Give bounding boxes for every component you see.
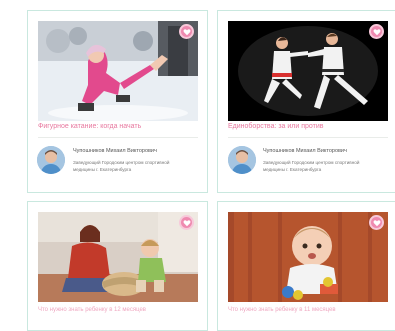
article-card-12-months[interactable]: Что нужно знать ребенку в 12 месяцев — [27, 201, 208, 331]
author-avatar — [228, 146, 256, 174]
heart-icon — [373, 219, 380, 226]
author-avatar — [37, 146, 65, 174]
author-description: Заведующий Городским центром спортивной … — [73, 160, 170, 172]
favorite-button[interactable] — [369, 24, 384, 39]
article-photo[interactable] — [228, 212, 388, 302]
article-title[interactable]: Что нужно знать ребенку в 12 месяцев — [38, 307, 146, 313]
favorite-button[interactable] — [369, 215, 384, 230]
favorite-button[interactable] — [179, 215, 194, 230]
article-card-11-months[interactable]: Что нужно знать ребенку в 11 месяцев — [217, 201, 395, 331]
heart-icon — [183, 28, 190, 35]
article-title[interactable]: Что нужно знать ребенку в 11 месяцев — [228, 307, 336, 313]
favorite-button[interactable] — [179, 24, 194, 39]
article-photo[interactable] — [38, 21, 198, 121]
article-card-martial-arts[interactable]: Единоборства: за или против Чупошников М… — [217, 10, 395, 193]
divider — [228, 137, 388, 138]
article-title[interactable]: Единоборства: за или против — [228, 123, 324, 130]
heart-icon — [183, 219, 190, 226]
article-card-figure-skating[interactable]: Фигурное катание: когда начать Чупошнико… — [27, 10, 208, 193]
article-photo[interactable] — [228, 21, 388, 121]
divider — [38, 137, 198, 138]
heart-icon — [373, 28, 380, 35]
author-description: Заведующий Городским центром спортивной … — [263, 160, 360, 172]
article-title[interactable]: Фигурное катание: когда начать — [38, 123, 141, 130]
article-photo[interactable] — [38, 212, 198, 302]
author-name[interactable]: Чупошников Михаил Викторович — [263, 148, 347, 154]
author-name[interactable]: Чупошников Михаил Викторович — [73, 148, 157, 154]
